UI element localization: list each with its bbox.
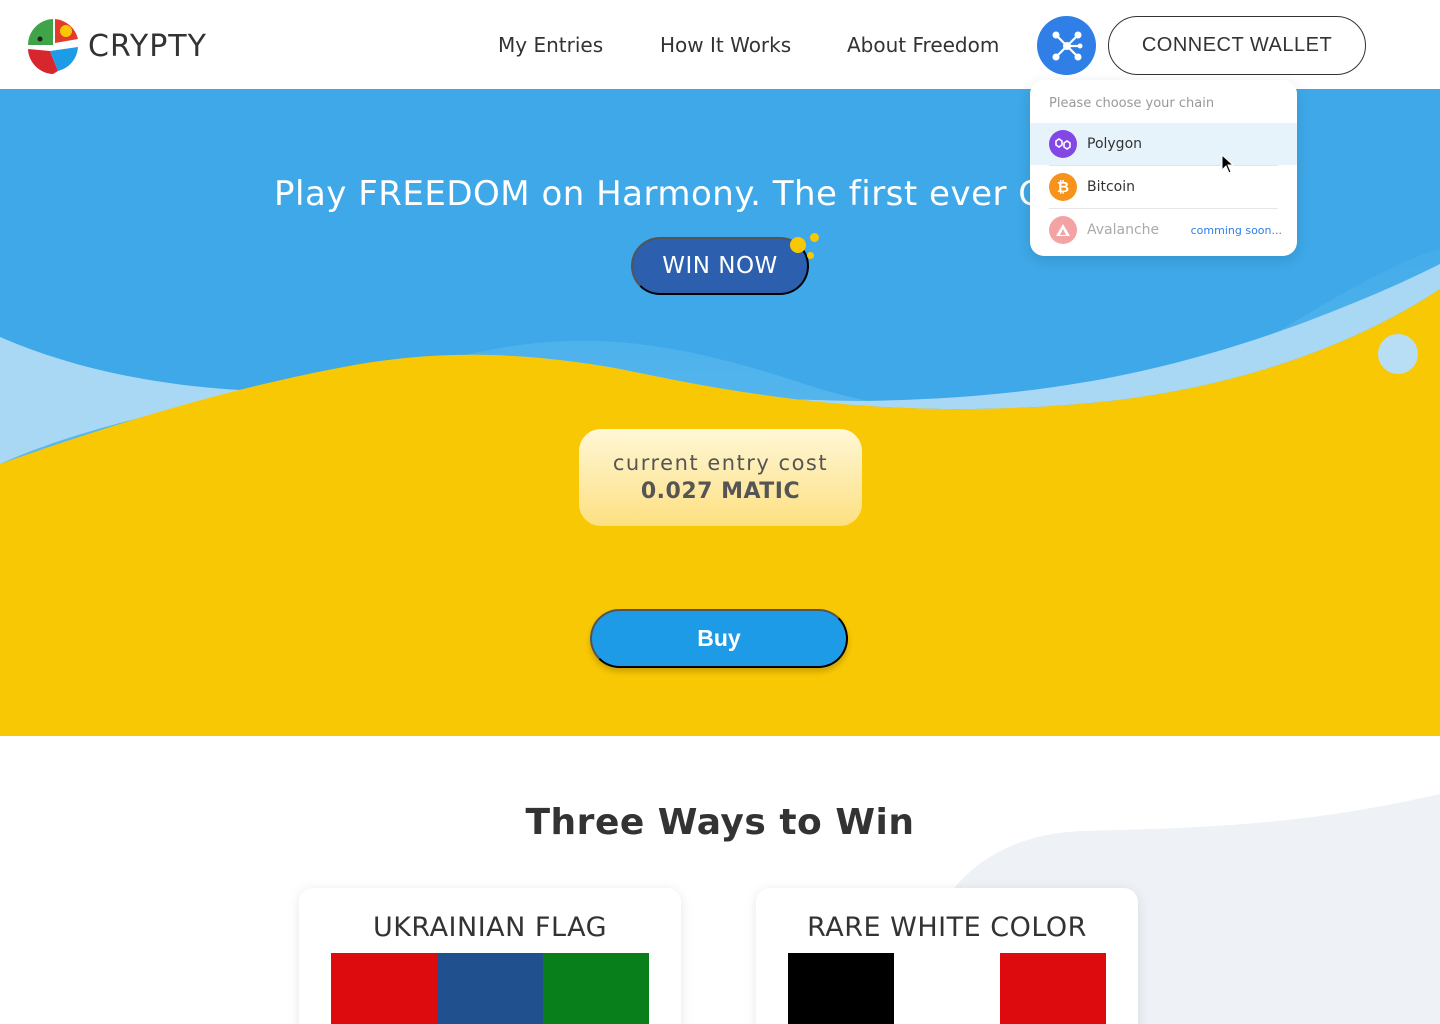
connect-wallet-button[interactable]: CONNECT WALLET — [1108, 16, 1366, 75]
chain-selector-button[interactable] — [1037, 16, 1096, 75]
win-card-rare-white-color[interactable]: RARE WHITE COLOR — [756, 888, 1138, 1024]
nav-my-entries[interactable]: My Entries — [498, 33, 603, 57]
nav-how-it-works[interactable]: How It Works — [660, 33, 791, 57]
buy-button[interactable]: Buy — [590, 609, 848, 668]
chain-option-label: Bitcoin — [1087, 179, 1136, 195]
decorative-bubble — [1378, 334, 1418, 374]
brand-logo[interactable]: CRYPTY — [26, 17, 207, 75]
win-now-button[interactable]: WIN NOW — [631, 237, 809, 295]
entry-cost-value: 0.027 MATIC — [640, 479, 801, 504]
hero-headline: Play FREEDOM on Harmony. The first ever … — [274, 174, 1043, 214]
decorative-wave — [900, 794, 1440, 1024]
flag-stripe — [437, 953, 543, 1024]
flag-swatch — [788, 953, 1106, 1024]
flag-stripe — [1000, 953, 1106, 1024]
flag-swatch — [331, 953, 649, 1024]
chain-option-polygon[interactable]: Polygon — [1030, 123, 1297, 165]
logo-icon — [27, 19, 78, 74]
section-title: Three Ways to Win — [525, 802, 915, 843]
win-card-ukrainian-flag[interactable]: UKRAINIAN FLAG — [299, 888, 681, 1024]
chain-option-label: Avalanche — [1087, 222, 1160, 238]
avalanche-icon — [1049, 216, 1077, 244]
chain-option-avalanche: Avalanche comming soon... — [1030, 209, 1297, 251]
win-card-title: RARE WHITE COLOR — [807, 912, 1087, 943]
decorative-dot — [810, 233, 819, 242]
flag-stripe — [788, 953, 894, 1024]
flag-stripe — [331, 953, 437, 1024]
chain-option-bitcoin[interactable]: ₿ Bitcoin — [1030, 166, 1297, 208]
flag-stripe — [894, 953, 1000, 1024]
bitcoin-icon: ₿ — [1049, 173, 1077, 201]
decorative-dot — [807, 252, 814, 259]
coming-soon-badge: comming soon... — [1190, 223, 1282, 237]
ways-to-win-section: Three Ways to Win UKRAINIAN FLAG RARE WH… — [0, 736, 1440, 1024]
flag-stripe — [543, 953, 649, 1024]
top-navigation: CRYPTY My Entries How It Works About Fre… — [0, 0, 1440, 89]
brand-name: CRYPTY — [88, 28, 207, 64]
chain-dropdown-title: Please choose your chain — [1049, 96, 1215, 111]
entry-cost-label: current entry cost — [612, 451, 829, 475]
nav-about-freedom[interactable]: About Freedom — [847, 33, 999, 57]
chain-dropdown: Please choose your chain Polygon ₿ Bitco… — [1030, 80, 1297, 256]
mouse-cursor-icon — [1221, 154, 1235, 174]
entry-cost-card: current entry cost 0.027 MATIC — [579, 429, 862, 526]
polygon-icon — [1049, 130, 1077, 158]
network-icon — [1052, 31, 1082, 60]
decorative-dot — [790, 237, 806, 253]
win-card-title: UKRAINIAN FLAG — [372, 912, 608, 943]
chain-option-label: Polygon — [1087, 136, 1143, 152]
